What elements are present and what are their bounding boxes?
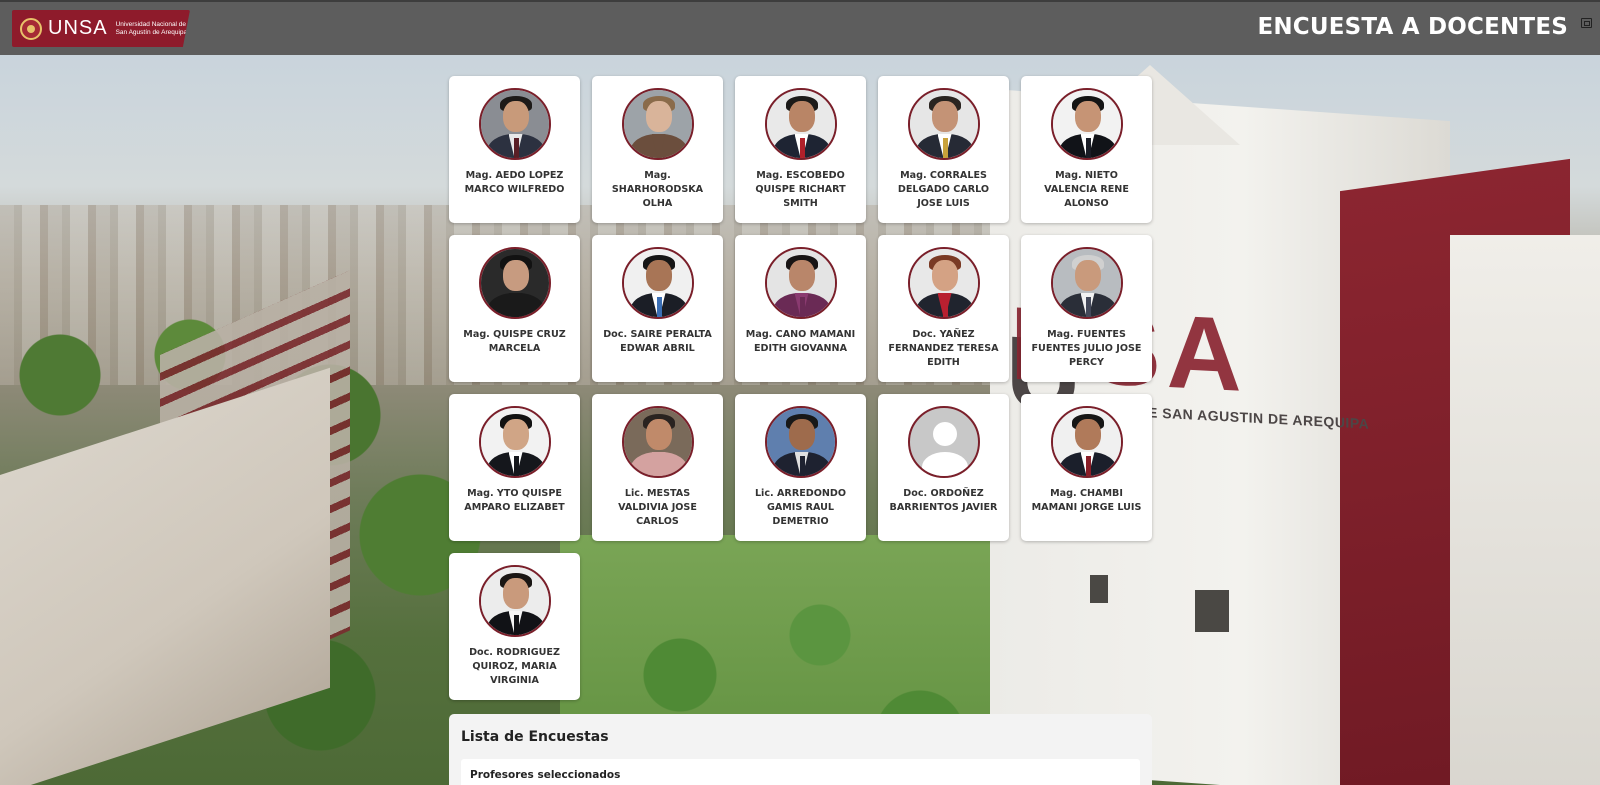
teacher-card[interactable]: Lic. ARREDONDO GAMIS RAUL DEMETRIO	[735, 394, 866, 541]
selected-teachers-box: Profesores seleccionados	[461, 759, 1140, 785]
teacher-card[interactable]: Doc. RODRIGUEZ QUIROZ, MARIA VIRGINIA	[449, 553, 580, 700]
window-icon[interactable]	[1581, 18, 1592, 28]
teacher-photo	[764, 247, 837, 319]
teacher-card[interactable]: Mag. SHARHORODSKA OLHA	[592, 76, 723, 223]
teacher-name: Mag. SHARHORODSKA OLHA	[611, 170, 704, 209]
teacher-card[interactable]: Mag. FUENTES FUENTES JULIO JOSE PERCY	[1021, 235, 1152, 382]
teacher-name: Doc. ORDOÑEZ BARRIENTOS JAVIER	[889, 488, 998, 513]
teacher-name: Doc. RODRIGUEZ QUIROZ, MARIA VIRGINIA	[469, 647, 560, 686]
teacher-name: Mag. QUISPE CRUZ MARCELA	[463, 329, 566, 354]
teacher-photo	[1050, 88, 1123, 160]
teacher-name: Mag. YTO QUISPE AMPARO ELIZABET	[464, 488, 565, 513]
teacher-card[interactable]: Mag. YTO QUISPE AMPARO ELIZABET	[449, 394, 580, 541]
teacher-name: Mag. FUENTES FUENTES JULIO JOSE PERCY	[1031, 329, 1142, 368]
teacher-card[interactable]: Doc. YAÑEZ FERNANDEZ TERESA EDITH	[878, 235, 1009, 382]
background-window	[1195, 590, 1229, 632]
logo-subtitle: Universidad Nacional de San Agustín de A…	[115, 20, 188, 36]
teacher-photo	[907, 247, 980, 319]
teacher-name: Mag. CORRALES DELGADO CARLO JOSE LUIS	[897, 170, 990, 209]
teacher-photo	[1050, 247, 1123, 319]
teacher-photo	[1050, 406, 1123, 478]
teacher-name: Doc. YAÑEZ FERNANDEZ TERESA EDITH	[888, 329, 999, 368]
teacher-card[interactable]: Doc. SAIRE PERALTA EDWAR ABRIL	[592, 235, 723, 382]
teacher-name: Mag. ESCOBEDO QUISPE RICHART SMITH	[755, 170, 846, 209]
teacher-name: Mag. NIETO VALENCIA RENE ALONSO	[1044, 170, 1129, 209]
page-title: ENCUESTA A DOCENTES	[1257, 14, 1568, 40]
teacher-photo	[764, 88, 837, 160]
teacher-grid: Mag. AEDO LOPEZ MARCO WILFREDO Mag. SHARH…	[449, 76, 1152, 700]
teacher-name: Lic. MESTAS VALDIVIA JOSE CARLOS	[618, 488, 697, 527]
university-seal-icon	[20, 17, 42, 40]
teacher-name: Mag. AEDO LOPEZ MARCO WILFREDO	[464, 170, 565, 195]
logo-wordmark: UNSA	[48, 17, 108, 39]
teacher-photo	[478, 565, 551, 637]
top-header: UNSA Universidad Nacional de San Agustín…	[0, 0, 1600, 55]
teacher-name: Mag. CHAMBI MAMANI JORGE LUIS	[1031, 488, 1142, 513]
teacher-name: Lic. ARREDONDO GAMIS RAUL DEMETRIO	[754, 488, 847, 527]
teacher-card[interactable]: Doc. ORDOÑEZ BARRIENTOS JAVIER	[878, 394, 1009, 541]
teacher-photo	[621, 406, 694, 478]
teacher-card[interactable]: Mag. CORRALES DELGADO CARLO JOSE LUIS	[878, 76, 1009, 223]
background-tower-right	[1450, 235, 1600, 785]
teacher-card[interactable]: Mag. AEDO LOPEZ MARCO WILFREDO	[449, 76, 580, 223]
teacher-photo	[764, 406, 837, 478]
teacher-card[interactable]: Mag. NIETO VALENCIA RENE ALONSO	[1021, 76, 1152, 223]
unsa-logo[interactable]: UNSA Universidad Nacional de San Agustín…	[12, 10, 190, 47]
teacher-photo	[907, 88, 980, 160]
teacher-name: Doc. SAIRE PERALTA EDWAR ABRIL	[603, 329, 712, 354]
default-avatar-icon	[907, 406, 980, 478]
teacher-photo	[621, 247, 694, 319]
selected-teachers-heading: Profesores seleccionados	[470, 769, 621, 781]
teacher-photo	[478, 247, 551, 319]
teacher-photo	[478, 88, 551, 160]
teacher-photo	[478, 406, 551, 478]
teacher-card[interactable]: Mag. ESCOBEDO QUISPE RICHART SMITH	[735, 76, 866, 223]
teacher-photo	[621, 88, 694, 160]
teacher-card[interactable]: Lic. MESTAS VALDIVIA JOSE CARLOS	[592, 394, 723, 541]
survey-list-panel: Lista de Encuestas Profesores selecciona…	[449, 714, 1152, 785]
teacher-card[interactable]: Mag. QUISPE CRUZ MARCELA	[449, 235, 580, 382]
survey-list-title: Lista de Encuestas	[461, 729, 609, 745]
teacher-name: Mag. CANO MAMANI EDITH GIOVANNA	[745, 329, 856, 354]
teacher-card[interactable]: Mag. CHAMBI MAMANI JORGE LUIS	[1021, 394, 1152, 541]
teacher-card[interactable]: Mag. CANO MAMANI EDITH GIOVANNA	[735, 235, 866, 382]
